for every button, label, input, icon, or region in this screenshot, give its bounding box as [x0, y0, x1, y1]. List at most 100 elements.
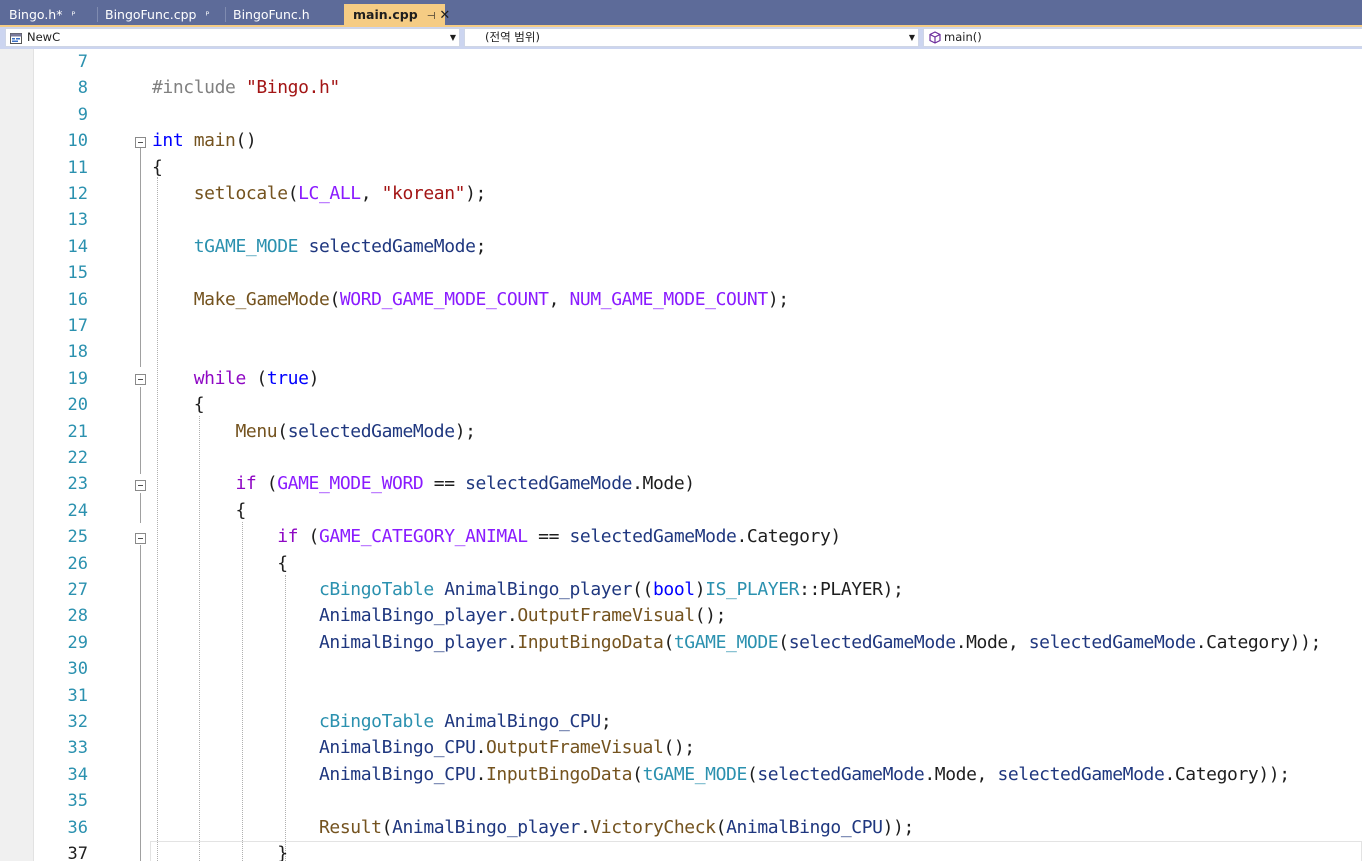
- line-number: 19: [67, 368, 88, 389]
- code-token: ;: [600, 711, 612, 732]
- collapse-toggle-icon[interactable]: [135, 137, 146, 148]
- code-token: (: [746, 763, 758, 785]
- code-token: selectedGameMode: [287, 420, 455, 442]
- line-number: 14: [67, 236, 88, 257]
- tab-main-cpp[interactable]: main.cpp ⊣ ✕: [344, 4, 450, 27]
- code-token: AnimalBingo_CPU: [726, 816, 883, 838]
- code-token: .: [579, 816, 591, 838]
- code-line[interactable]: if (GAME_MODE_WORD == selectedGameMode.M…: [152, 471, 696, 497]
- code-token: IS_PLAYER: [705, 579, 800, 600]
- code-token: AnimalBingo_CPU: [319, 763, 476, 785]
- collapse-toggle-icon[interactable]: [135, 533, 146, 544]
- code-token: .Mode,: [924, 763, 998, 785]
- close-icon[interactable]: ✕: [439, 8, 450, 23]
- tab-label: main.cpp: [353, 7, 418, 22]
- code-token: setlocale: [193, 183, 288, 204]
- line-number: 31: [67, 685, 88, 706]
- code-token: {: [152, 156, 163, 178]
- code-line[interactable]: tGAME_MODE selectedGameMode;: [152, 234, 487, 260]
- scope-dropdown[interactable]: (전역 범위) ▼: [464, 28, 919, 47]
- code-token: if: [277, 526, 299, 548]
- line-number: 32: [67, 712, 88, 732]
- code-token: (: [632, 763, 643, 785]
- pin-icon[interactable]: ᴾ: [71, 11, 75, 22]
- code-line[interactable]: Make_GameMode(WORD_GAME_MODE_COUNT, NUM_…: [152, 287, 789, 313]
- code-token: InputBingoData: [486, 763, 633, 785]
- line-number: 15: [67, 263, 88, 284]
- code-line[interactable]: int main(): [152, 128, 257, 154]
- code-line[interactable]: }: [152, 841, 288, 861]
- current-line-highlight: [150, 841, 1362, 861]
- code-line[interactable]: if (GAME_CATEGORY_ANIMAL == selectedGame…: [152, 524, 841, 550]
- code-token: }: [152, 843, 288, 861]
- code-token: );: [767, 288, 789, 310]
- tab-bingofunc-h[interactable]: BingoFunc.h: [224, 4, 342, 25]
- code-line[interactable]: Menu(selectedGameMode);: [152, 419, 476, 445]
- code-line[interactable]: {: [152, 551, 288, 577]
- code-token: ();: [694, 605, 727, 627]
- code-line[interactable]: {: [152, 392, 205, 418]
- collapse-toggle-icon[interactable]: [135, 374, 146, 385]
- code-token: selectedGameMode: [308, 235, 476, 257]
- code-line[interactable]: Result(AnimalBingo_player.VictoryCheck(A…: [152, 815, 914, 841]
- code-token: cBingoTable: [319, 711, 434, 732]
- line-number: 23: [67, 474, 88, 495]
- code-token: (: [298, 526, 320, 548]
- breakpoint-margin[interactable]: [0, 49, 34, 861]
- code-token: AnimalBingo_CPU: [319, 737, 476, 759]
- tab-label: BingoFunc.cpp: [105, 7, 197, 22]
- code-line[interactable]: cBingoTable AnimalBingo_CPU;: [152, 709, 612, 735]
- line-number: 13: [67, 210, 88, 231]
- code-token: .Category): [736, 526, 842, 548]
- document-tab-bar: Bingo.h* ᴾ BingoFunc.cpp ᴾ BingoFunc.h mai…: [0, 0, 1362, 27]
- member-dropdown[interactable]: main(): [923, 28, 1362, 47]
- line-number: 37: [67, 844, 88, 861]
- code-line[interactable]: AnimalBingo_player.OutputFrameVisual();: [152, 603, 726, 629]
- code-token: selectedGameMode: [1028, 631, 1196, 653]
- code-token: .Category));: [1164, 763, 1290, 785]
- collapse-toggle-icon[interactable]: [135, 480, 146, 491]
- line-number: 27: [67, 580, 88, 600]
- code-token: .: [506, 631, 518, 653]
- code-token: #include: [152, 77, 246, 99]
- code-token: (: [663, 631, 674, 653]
- code-line[interactable]: {: [152, 498, 246, 524]
- code-line[interactable]: cBingoTable AnimalBingo_player((bool)IS_…: [152, 577, 904, 603]
- project-dropdown[interactable]: NewC ▼: [5, 28, 460, 47]
- code-line[interactable]: AnimalBingo_player.InputBingoData(tGAME_…: [152, 630, 1321, 656]
- code-line[interactable]: AnimalBingo_CPU.OutputFrameVisual();: [152, 735, 695, 761]
- code-token: int: [152, 130, 184, 152]
- outline-bar: [140, 545, 141, 861]
- tab-bingo-h[interactable]: Bingo.h* ᴾ: [0, 4, 96, 25]
- pin-icon[interactable]: ᴾ: [206, 11, 210, 22]
- code-token: InputBingoData: [517, 631, 664, 653]
- chevron-down-icon: ▼: [908, 33, 915, 42]
- tab-bingofunc-cpp[interactable]: BingoFunc.cpp ᴾ: [96, 4, 224, 25]
- outline-bar: [140, 387, 141, 474]
- code-token: .Mode,: [955, 631, 1029, 653]
- line-number: 8: [77, 78, 88, 99]
- code-line[interactable]: #include "Bingo.h": [152, 75, 340, 101]
- code-token: "korean": [381, 183, 466, 204]
- pin-icon[interactable]: ⊣: [427, 11, 436, 22]
- code-token: GAME_CATEGORY_ANIMAL: [319, 526, 528, 548]
- code-editor[interactable]: 7 8 9 10 11 12 13 14 15 16 17 18 19 20 21 22 23 24 25 26 27 2…: [0, 49, 1362, 861]
- code-token: tGAME_MODE: [673, 631, 779, 653]
- code-token: );: [465, 183, 486, 204]
- project-name: NewC: [27, 30, 61, 44]
- code-line[interactable]: setlocale(LC_ALL, "korean");: [152, 181, 487, 207]
- code-line[interactable]: {: [152, 155, 163, 181]
- line-number: 25: [67, 527, 88, 548]
- code-line[interactable]: AnimalBingo_CPU.InputBingoData(tGAME_MOD…: [152, 762, 1290, 788]
- code-token: WORD_GAME_MODE_COUNT: [339, 288, 549, 310]
- code-line[interactable]: while (true): [152, 366, 320, 392]
- code-token: Result: [319, 816, 382, 838]
- code-token: selectedGameMode: [997, 763, 1165, 785]
- outline-bar: [140, 147, 141, 367]
